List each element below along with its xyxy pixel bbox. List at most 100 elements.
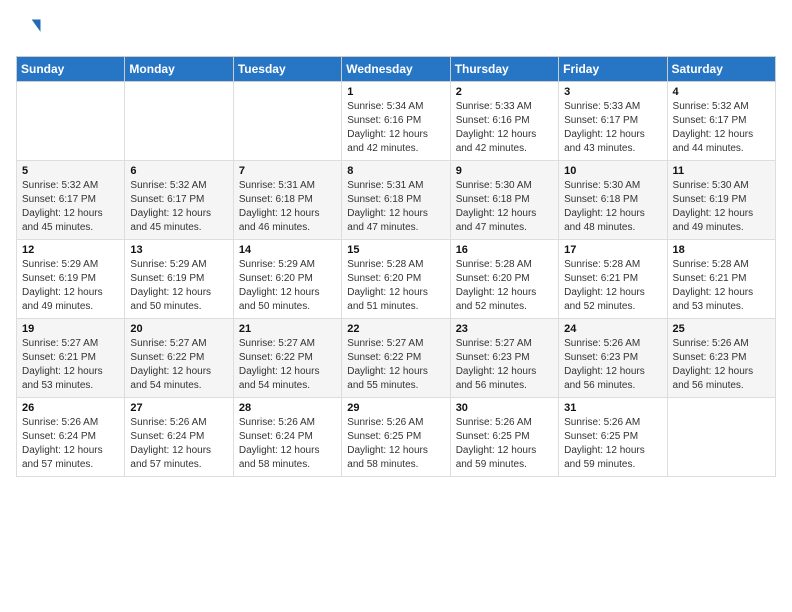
day-number: 15 <box>347 244 444 256</box>
day-number: 8 <box>347 165 444 177</box>
calendar-day-cell: 8 Sunrise: 5:31 AMSunset: 6:18 PMDaylight… <box>342 161 450 240</box>
calendar-day-cell: 1 Sunrise: 5:34 AMSunset: 6:16 PMDaylight… <box>342 82 450 161</box>
calendar-day-cell <box>667 398 775 477</box>
day-info: Sunrise: 5:27 AMSunset: 6:22 PMDaylight:… <box>239 337 336 393</box>
logo[interactable] <box>16 16 48 44</box>
day-number: 12 <box>22 244 119 256</box>
day-info: Sunrise: 5:26 AMSunset: 6:23 PMDaylight:… <box>673 337 770 393</box>
calendar-week-row: 19Sunrise: 5:27 AMSunset: 6:21 PMDayligh… <box>17 319 776 398</box>
calendar-day-cell: 2 Sunrise: 5:33 AMSunset: 6:16 PMDaylight… <box>450 82 558 161</box>
day-number: 3 <box>564 86 661 98</box>
day-info: Sunrise: 5:26 AMSunset: 6:23 PMDaylight:… <box>564 337 661 393</box>
weekday-header: Tuesday <box>233 57 341 82</box>
day-info: Sunrise: 5:27 AMSunset: 6:23 PMDaylight:… <box>456 337 553 393</box>
day-info: Sunrise: 5:27 AMSunset: 6:22 PMDaylight:… <box>347 337 444 393</box>
day-info: Sunrise: 5:33 AMSunset: 6:17 PMDaylight:… <box>564 100 661 156</box>
weekday-header: Saturday <box>667 57 775 82</box>
day-number: 1 <box>347 86 444 98</box>
weekday-header: Thursday <box>450 57 558 82</box>
day-info: Sunrise: 5:28 AMSunset: 6:20 PMDaylight:… <box>456 258 553 314</box>
day-number: 20 <box>130 323 227 335</box>
day-info: Sunrise: 5:28 AMSunset: 6:20 PMDaylight:… <box>347 258 444 314</box>
day-number: 10 <box>564 165 661 177</box>
day-info: Sunrise: 5:26 AMSunset: 6:25 PMDaylight:… <box>347 416 444 472</box>
calendar-day-cell: 19Sunrise: 5:27 AMSunset: 6:21 PMDayligh… <box>17 319 125 398</box>
day-info: Sunrise: 5:30 AMSunset: 6:18 PMDaylight:… <box>456 179 553 235</box>
day-number: 22 <box>347 323 444 335</box>
day-info: Sunrise: 5:26 AMSunset: 6:25 PMDaylight:… <box>564 416 661 472</box>
day-number: 16 <box>456 244 553 256</box>
calendar-day-cell: 29 Sunrise: 5:26 AMSunset: 6:25 PMDayligh… <box>342 398 450 477</box>
day-info: Sunrise: 5:28 AMSunset: 6:21 PMDaylight:… <box>673 258 770 314</box>
calendar-day-cell: 12 Sunrise: 5:29 AMSunset: 6:19 PMDayligh… <box>17 240 125 319</box>
day-info: Sunrise: 5:29 AMSunset: 6:19 PMDaylight:… <box>22 258 119 314</box>
day-number: 30 <box>456 402 553 414</box>
day-info: Sunrise: 5:34 AMSunset: 6:16 PMDaylight:… <box>347 100 444 156</box>
calendar-day-cell: 7 Sunrise: 5:31 AMSunset: 6:18 PMDaylight… <box>233 161 341 240</box>
calendar-week-row: 5 Sunrise: 5:32 AMSunset: 6:17 PMDaylight… <box>17 161 776 240</box>
page-header <box>16 16 776 44</box>
day-info: Sunrise: 5:26 AMSunset: 6:24 PMDaylight:… <box>130 416 227 472</box>
day-info: Sunrise: 5:29 AMSunset: 6:20 PMDaylight:… <box>239 258 336 314</box>
calendar-day-cell: 26 Sunrise: 5:26 AMSunset: 6:24 PMDayligh… <box>17 398 125 477</box>
day-number: 27 <box>130 402 227 414</box>
day-number: 11 <box>673 165 770 177</box>
calendar-day-cell: 16 Sunrise: 5:28 AMSunset: 6:20 PMDayligh… <box>450 240 558 319</box>
day-info: Sunrise: 5:29 AMSunset: 6:19 PMDaylight:… <box>130 258 227 314</box>
day-number: 21 <box>239 323 336 335</box>
calendar-week-row: 1 Sunrise: 5:34 AMSunset: 6:16 PMDaylight… <box>17 82 776 161</box>
day-number: 17 <box>564 244 661 256</box>
calendar-day-cell <box>17 82 125 161</box>
calendar-day-cell: 21 Sunrise: 5:27 AMSunset: 6:22 PMDayligh… <box>233 319 341 398</box>
day-number: 6 <box>130 165 227 177</box>
day-info: Sunrise: 5:30 AMSunset: 6:19 PMDaylight:… <box>673 179 770 235</box>
calendar-day-cell: 15 Sunrise: 5:28 AMSunset: 6:20 PMDayligh… <box>342 240 450 319</box>
day-info: Sunrise: 5:26 AMSunset: 6:25 PMDaylight:… <box>456 416 553 472</box>
calendar-day-cell: 31 Sunrise: 5:26 AMSunset: 6:25 PMDayligh… <box>559 398 667 477</box>
day-number: 28 <box>239 402 336 414</box>
weekday-header: Friday <box>559 57 667 82</box>
day-info: Sunrise: 5:32 AMSunset: 6:17 PMDaylight:… <box>130 179 227 235</box>
calendar-day-cell: 23Sunrise: 5:27 AMSunset: 6:23 PMDayligh… <box>450 319 558 398</box>
day-info: Sunrise: 5:32 AMSunset: 6:17 PMDaylight:… <box>673 100 770 156</box>
day-number: 5 <box>22 165 119 177</box>
day-number: 18 <box>673 244 770 256</box>
calendar-day-cell: 17Sunrise: 5:28 AMSunset: 6:21 PMDayligh… <box>559 240 667 319</box>
day-number: 29 <box>347 402 444 414</box>
day-number: 13 <box>130 244 227 256</box>
calendar-day-cell: 11 Sunrise: 5:30 AMSunset: 6:19 PMDayligh… <box>667 161 775 240</box>
day-number: 24 <box>564 323 661 335</box>
weekday-header: Wednesday <box>342 57 450 82</box>
day-number: 26 <box>22 402 119 414</box>
day-number: 2 <box>456 86 553 98</box>
calendar-table: SundayMondayTuesdayWednesdayThursdayFrid… <box>16 56 776 477</box>
calendar-day-cell: 20Sunrise: 5:27 AMSunset: 6:22 PMDayligh… <box>125 319 233 398</box>
day-number: 4 <box>673 86 770 98</box>
logo-icon <box>16 16 44 44</box>
day-info: Sunrise: 5:30 AMSunset: 6:18 PMDaylight:… <box>564 179 661 235</box>
calendar-header-row: SundayMondayTuesdayWednesdayThursdayFrid… <box>17 57 776 82</box>
day-info: Sunrise: 5:33 AMSunset: 6:16 PMDaylight:… <box>456 100 553 156</box>
calendar-week-row: 26 Sunrise: 5:26 AMSunset: 6:24 PMDayligh… <box>17 398 776 477</box>
day-info: Sunrise: 5:31 AMSunset: 6:18 PMDaylight:… <box>239 179 336 235</box>
day-number: 19 <box>22 323 119 335</box>
day-number: 9 <box>456 165 553 177</box>
calendar-day-cell: 10 Sunrise: 5:30 AMSunset: 6:18 PMDayligh… <box>559 161 667 240</box>
calendar-day-cell: 3 Sunrise: 5:33 AMSunset: 6:17 PMDaylight… <box>559 82 667 161</box>
calendar-day-cell: 22 Sunrise: 5:27 AMSunset: 6:22 PMDayligh… <box>342 319 450 398</box>
calendar-day-cell: 28Sunrise: 5:26 AMSunset: 6:24 PMDayligh… <box>233 398 341 477</box>
calendar-day-cell: 6 Sunrise: 5:32 AMSunset: 6:17 PMDaylight… <box>125 161 233 240</box>
weekday-header: Monday <box>125 57 233 82</box>
calendar-day-cell: 24 Sunrise: 5:26 AMSunset: 6:23 PMDayligh… <box>559 319 667 398</box>
calendar-day-cell: 25 Sunrise: 5:26 AMSunset: 6:23 PMDayligh… <box>667 319 775 398</box>
weekday-header: Sunday <box>17 57 125 82</box>
calendar-week-row: 12 Sunrise: 5:29 AMSunset: 6:19 PMDayligh… <box>17 240 776 319</box>
day-number: 7 <box>239 165 336 177</box>
day-info: Sunrise: 5:26 AMSunset: 6:24 PMDaylight:… <box>22 416 119 472</box>
day-number: 31 <box>564 402 661 414</box>
calendar-day-cell: 5 Sunrise: 5:32 AMSunset: 6:17 PMDaylight… <box>17 161 125 240</box>
day-info: Sunrise: 5:31 AMSunset: 6:18 PMDaylight:… <box>347 179 444 235</box>
day-number: 25 <box>673 323 770 335</box>
calendar-day-cell: 13 Sunrise: 5:29 AMSunset: 6:19 PMDayligh… <box>125 240 233 319</box>
day-info: Sunrise: 5:32 AMSunset: 6:17 PMDaylight:… <box>22 179 119 235</box>
